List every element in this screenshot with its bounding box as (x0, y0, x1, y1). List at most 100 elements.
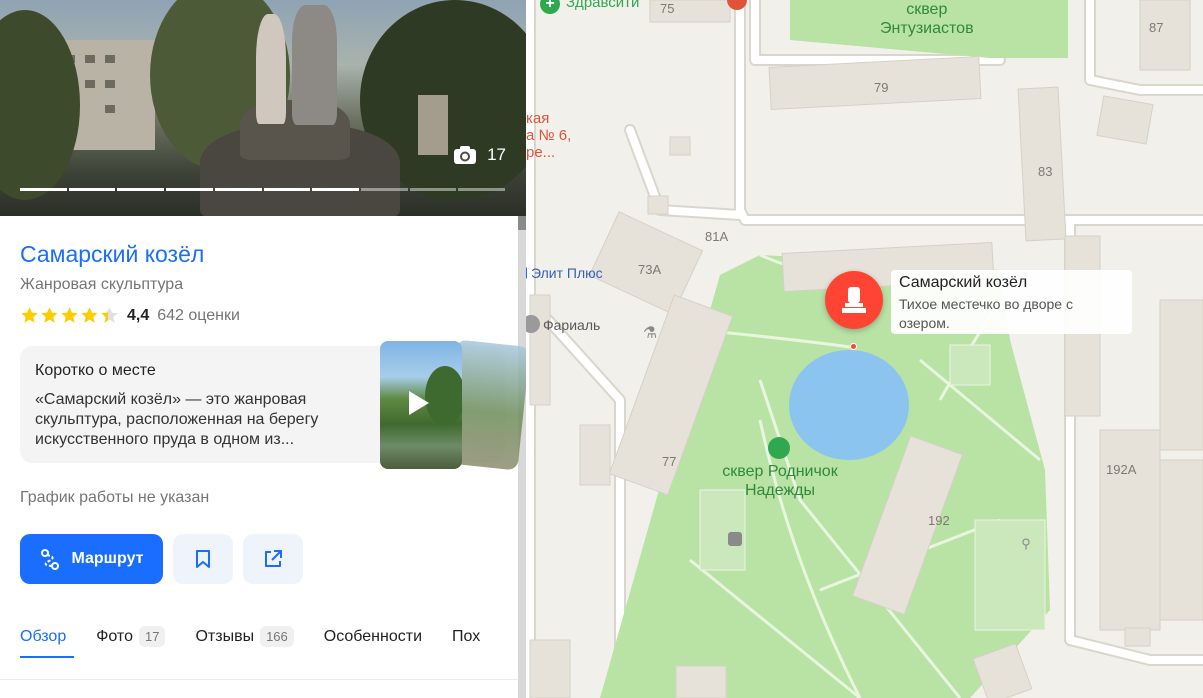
working-hours: График работы не указан (20, 489, 210, 506)
photo-tree (0, 10, 80, 200)
star-icon (41, 307, 58, 323)
tab-1[interactable]: Фото 17 (96, 626, 166, 647)
tab-count-badge: 17 (138, 626, 166, 647)
photo-progress-segment[interactable] (409, 188, 457, 191)
tab-0[interactable]: Обзор (20, 628, 66, 646)
photo-child (256, 14, 286, 124)
park-label-rodnichok[interactable]: сквер Родничок Надежды (713, 462, 847, 500)
monument-icon (842, 287, 866, 313)
photo-progress-segment[interactable] (68, 188, 116, 191)
map-marker-pin[interactable] (825, 271, 883, 329)
route-icon (41, 549, 60, 570)
about-title: Коротко о месте (35, 362, 156, 379)
bookmark-icon (196, 550, 210, 568)
house-number: 79 (874, 80, 889, 95)
about-video-thumbnail[interactable] (380, 341, 462, 469)
park-label-line: Надежды (744, 482, 816, 499)
route-button[interactable]: Маршрут (20, 534, 163, 584)
park-label-entuziastov[interactable]: сквер Энтузиастов (880, 0, 974, 38)
photo-gallery[interactable]: 17 (0, 0, 526, 216)
tab-label: Пох (452, 627, 481, 645)
house-number: 192А (1106, 462, 1137, 477)
photo-window (85, 80, 95, 88)
photo-progress-segment[interactable] (458, 188, 506, 191)
house-number: 83 (1038, 164, 1053, 179)
about-text: «Самарский козёл» — это жанровая скульпт… (35, 391, 319, 448)
house-number: 77 (662, 454, 677, 469)
poi-elit-plus[interactable]: Элит Плюс (531, 265, 603, 281)
about-card[interactable]: Коротко о месте «Самарский козёл» — это … (20, 339, 526, 471)
place-card-panel: 17 Самарский козёл Жанровая скульптура 4… (0, 0, 526, 698)
photo-count-value: 17 (487, 145, 506, 164)
poi-zdravsiti[interactable]: Здравсити (566, 0, 639, 11)
poi-label-line: кая (526, 110, 550, 127)
photo-progress-segment[interactable] (166, 188, 213, 191)
rating-value: 4,4 (127, 306, 150, 324)
poi-farial[interactable]: Фариаль (543, 317, 600, 333)
photo-window (105, 105, 115, 113)
star-icon (61, 307, 78, 323)
photo-goat-statue (292, 5, 337, 125)
photo-window (105, 80, 115, 88)
park-label-line: Энтузиастов (880, 20, 974, 37)
star-icon (81, 307, 98, 323)
parking-icon (728, 532, 742, 546)
house-number: 81А (705, 229, 729, 244)
route-button-label: Маршрут (71, 550, 144, 567)
star-icon (21, 307, 38, 323)
park-label-line: сквер Родничок (722, 463, 838, 480)
rating-count: 642 оценки (157, 306, 240, 324)
tab-label: Фото (96, 627, 133, 645)
rating-row[interactable]: 4,4 642 оценки (20, 306, 240, 325)
photo-progress-segment[interactable] (312, 188, 359, 191)
photo-window (105, 55, 115, 63)
house-number: 75 (660, 1, 675, 16)
photo-progress-segment[interactable] (214, 188, 262, 191)
marker-name: Самарский козёл (899, 274, 1028, 291)
tabs-divider (0, 679, 518, 680)
place-tabs: Обзор Фото 17 Отзывы 166 Особенности Пох (20, 626, 510, 647)
place-title[interactable]: Самарский козёл (20, 241, 204, 268)
poi-school-label[interactable]: кая а № 6, ре... (526, 110, 571, 161)
tab-label: Отзывы (195, 627, 255, 645)
photo-window (85, 55, 95, 63)
lab-flask-icon: ⚗ (642, 325, 658, 342)
bookmark-button[interactable] (173, 534, 233, 584)
photo-progress-segment[interactable] (117, 188, 165, 191)
house-number: 192 (928, 513, 950, 528)
photo-progress-segment[interactable] (360, 188, 408, 191)
share-icon (265, 550, 282, 567)
rating-stars (20, 306, 120, 325)
play-icon (409, 391, 429, 415)
photo-progress (20, 188, 506, 191)
playground-icon: ⚲ (1021, 536, 1031, 551)
park-label-line: сквер (906, 1, 948, 18)
photo-progress-segment[interactable] (20, 188, 67, 191)
house-number: 87 (1149, 20, 1164, 35)
tab-2[interactable]: Отзывы 166 (195, 626, 294, 647)
photo-count[interactable]: 17 (453, 145, 506, 165)
poi-label-line: а № 6, (526, 127, 572, 144)
panel-scroll-thumb[interactable] (518, 216, 526, 230)
park-tree-icon (768, 437, 790, 459)
poi-label-line: ре... (526, 144, 556, 161)
marker-description: Тихое местечко во дворе с озером. (899, 296, 1073, 331)
photo-building (418, 95, 448, 155)
photo-progress-segment[interactable] (263, 188, 311, 191)
tab-3[interactable]: Особенности (324, 628, 422, 646)
thumb-tree (425, 366, 462, 426)
active-tab-underline (20, 656, 74, 658)
tab-label: Обзор (20, 627, 67, 645)
share-button[interactable] (243, 534, 303, 584)
panel-scrollbar[interactable] (518, 216, 526, 698)
camera-icon (454, 146, 477, 164)
tab-label: Особенности (323, 627, 423, 645)
star-icon (101, 307, 118, 323)
map-marker-card[interactable]: Самарский козёл Тихое местечко во дворе … (891, 270, 1132, 334)
house-number: 73А (638, 262, 662, 277)
place-category: Жанровая скульптура (20, 276, 184, 293)
app-root: + ⚗ ⚲ 75 87 79 83 81А 73А 77 192 192А ск… (0, 0, 1203, 698)
tab-count-badge: 166 (260, 626, 294, 647)
marker-point (850, 343, 857, 350)
tab-4[interactable]: Пох (452, 628, 480, 646)
